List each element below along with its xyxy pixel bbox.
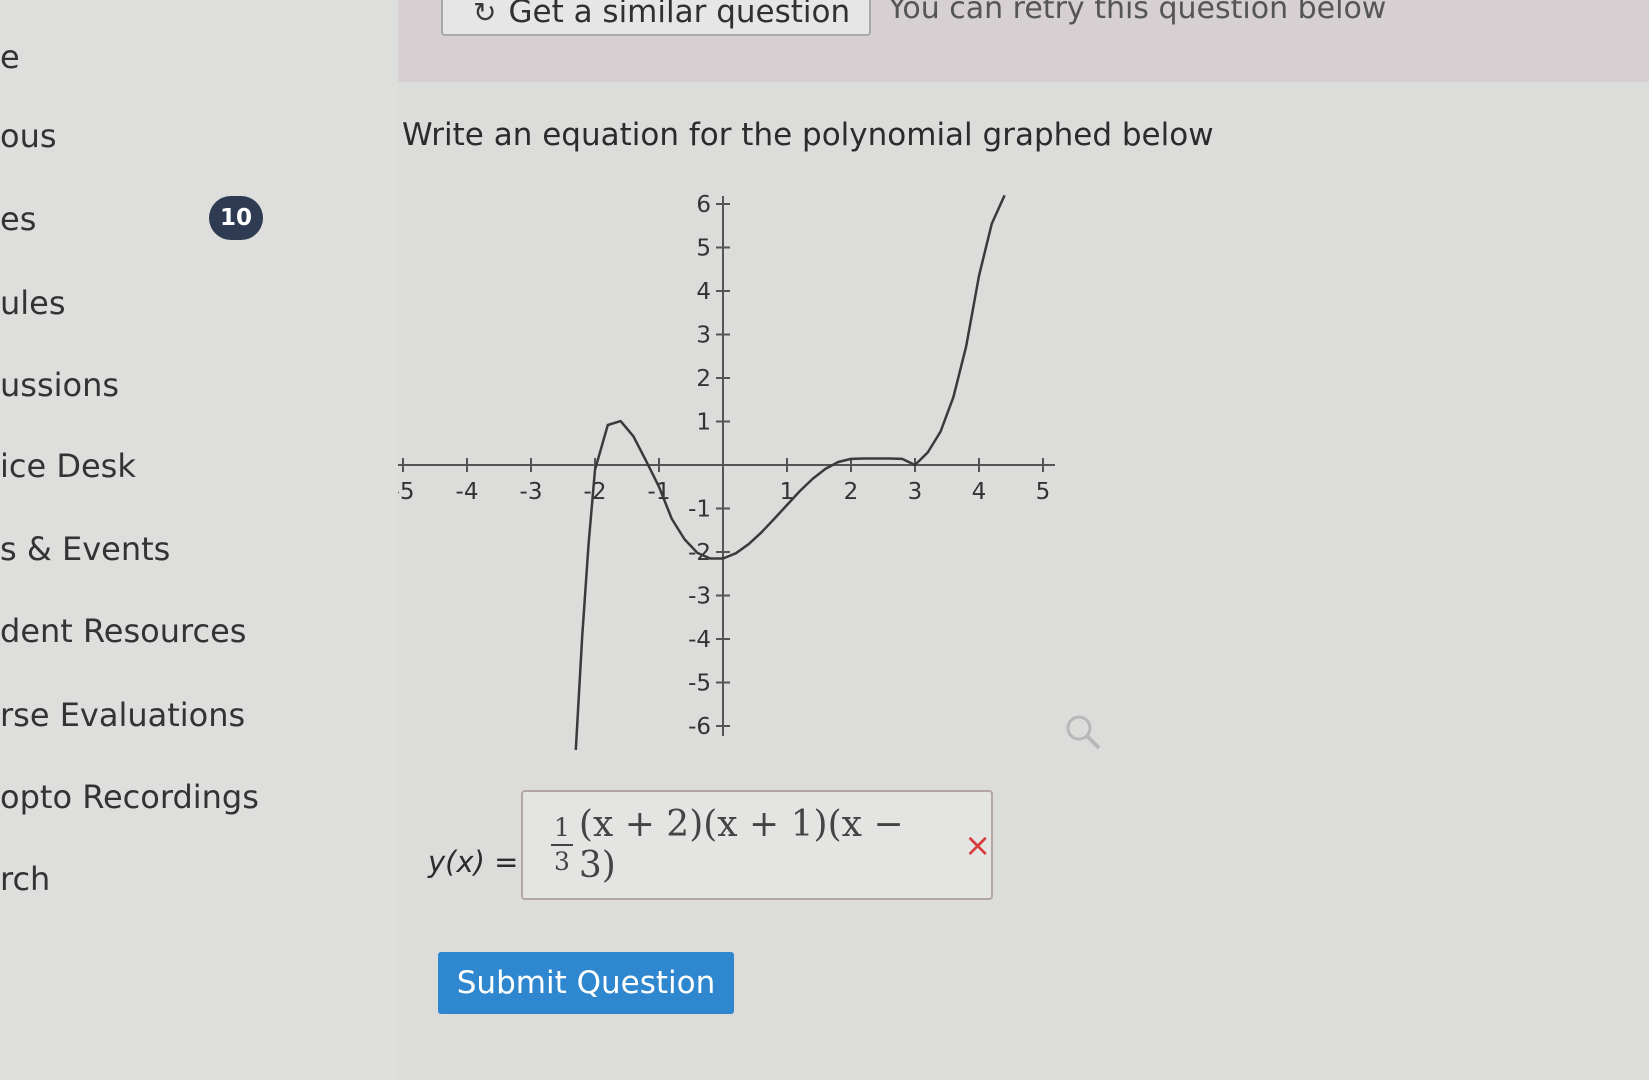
- y-tick-label: -3: [688, 584, 711, 610]
- sidebar-item-3[interactable]: ules: [0, 284, 66, 322]
- sidebar-item-2[interactable]: es: [0, 200, 36, 238]
- x-tick-label: -3: [520, 479, 543, 505]
- fraction-numerator: 1: [551, 812, 573, 846]
- answer-fraction: 1 3: [551, 812, 573, 878]
- retry-message: You can retry this question below: [888, 0, 1387, 26]
- sidebar-item-0[interactable]: e: [0, 38, 20, 76]
- sidebar-item-8[interactable]: rse Evaluations: [0, 696, 245, 734]
- answer-expression: (x + 2)(x + 1)(x − 3): [578, 804, 904, 886]
- refresh-icon: ↻: [473, 0, 497, 29]
- similar-question-label: Get a similar question: [508, 0, 851, 30]
- y-tick-label: 2: [696, 366, 711, 392]
- sidebar-item-1[interactable]: ous: [0, 117, 57, 155]
- answer-label: y(x) =: [428, 845, 519, 879]
- x-tick-label: 5: [1036, 479, 1051, 505]
- sidebar-item-9[interactable]: opto Recordings: [0, 778, 259, 816]
- x-tick-label: 2: [844, 479, 859, 505]
- similar-question-button[interactable]: ↻ Get a similar question: [441, 0, 871, 36]
- y-tick-label: -4: [688, 627, 711, 653]
- sidebar-item-10[interactable]: rch: [0, 860, 50, 898]
- question-prompt: Write an equation for the polynomial gra…: [402, 117, 1214, 153]
- y-tick-label: -1: [688, 497, 711, 523]
- sidebar-item-6[interactable]: s & Events: [0, 530, 170, 568]
- y-tick-label: 1: [696, 410, 711, 436]
- series-line: [574, 194, 1006, 750]
- incorrect-icon: ×: [964, 826, 991, 864]
- x-tick-label: -4: [456, 479, 479, 505]
- y-tick-label: 3: [696, 323, 711, 349]
- y-tick-label: 6: [696, 192, 711, 218]
- notification-badge: 10: [209, 196, 263, 240]
- zoom-icon[interactable]: [1063, 712, 1103, 752]
- y-tick-label: -6: [688, 714, 711, 740]
- sidebar-item-4[interactable]: ussions: [0, 366, 119, 404]
- x-tick-label: 3: [908, 479, 923, 505]
- fraction-denominator: 3: [554, 847, 570, 876]
- x-tick-label: -5: [398, 479, 414, 505]
- y-tick-label: -5: [688, 671, 711, 697]
- x-tick-label: 4: [972, 479, 987, 505]
- sidebar-item-5[interactable]: ice Desk: [0, 447, 136, 485]
- submit-question-button[interactable]: Submit Question: [438, 952, 734, 1014]
- y-tick-label: 5: [696, 236, 711, 262]
- x-tick-label: -1: [648, 479, 671, 505]
- sidebar-item-7[interactable]: dent Resources: [0, 612, 246, 650]
- sidebar: e ous es 10 ules ussions ice Desk s & Ev…: [0, 0, 398, 1080]
- polynomial-graph: -5-4-3-2-112345654321-1-2-3-4-5-6: [398, 192, 1055, 750]
- answer-input[interactable]: 1 3 (x + 2)(x + 1)(x − 3) ×: [521, 790, 993, 900]
- y-tick-label: 4: [696, 279, 711, 305]
